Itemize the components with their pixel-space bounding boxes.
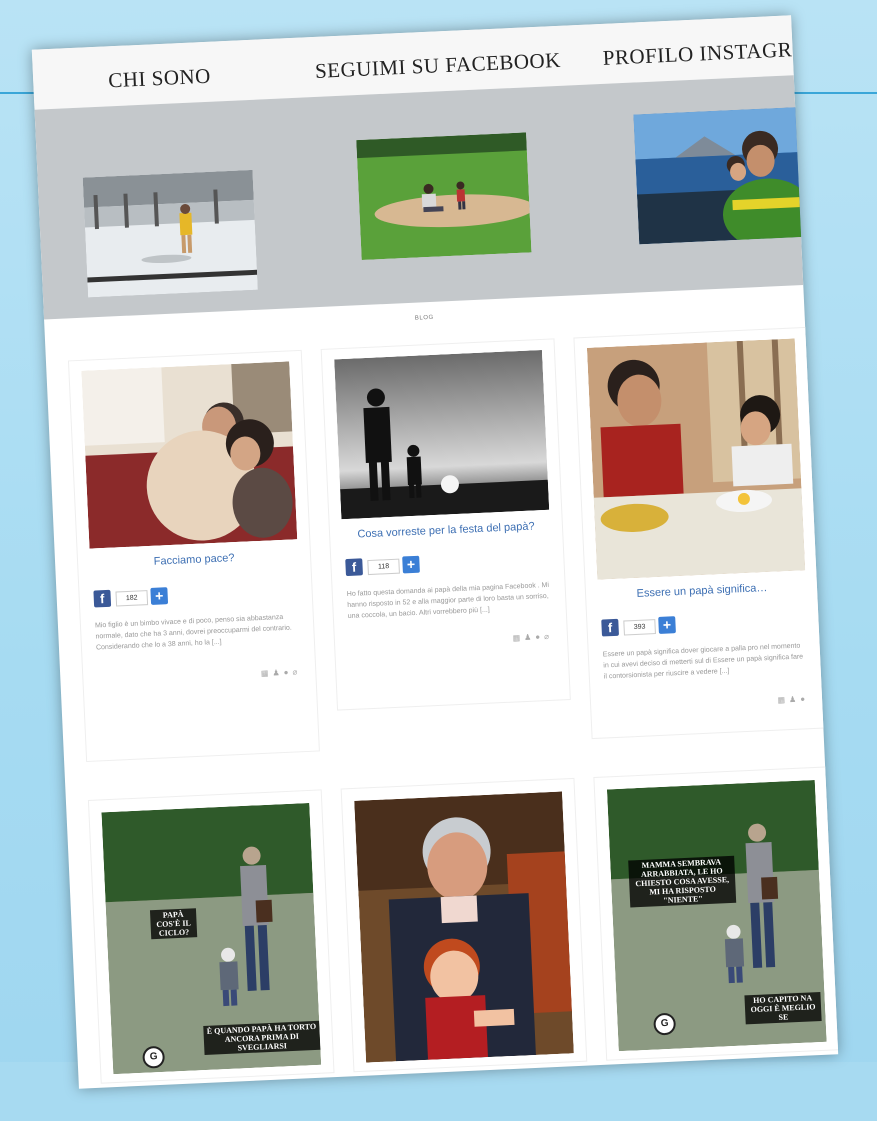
post-image[interactable]: PAPÀ COS'È IL CICLO? È QUANDO PAPÀ HA TO…: [101, 802, 322, 1075]
calendar-icon[interactable]: ▦: [777, 695, 789, 705]
link-icon[interactable]: ⌀: [544, 632, 553, 641]
post-image[interactable]: MAMMA SEMBRAVA ARRABBIATA, LE HO CHIESTO…: [606, 780, 827, 1052]
post-title[interactable]: Cosa vorreste per la festa del papà?: [330, 519, 562, 542]
post-image[interactable]: [354, 791, 574, 1063]
share-count: 118: [367, 558, 400, 576]
nav-chi-sono[interactable]: CHI SONO: [108, 64, 212, 94]
share-count: 393: [623, 619, 656, 636]
meme-caption-top: MAMMA SEMBRAVA ARRABBIATA, LE HO CHIESTO…: [628, 855, 737, 908]
facebook-icon[interactable]: f: [93, 589, 112, 608]
post-excerpt: Ho fatto questa domanda ai papà della mi…: [346, 581, 550, 621]
meme-caption-top: PAPÀ COS'È IL CICLO?: [149, 908, 198, 940]
post-meta-icons: ▦♟●⌀: [512, 632, 553, 643]
meme-caption-bottom: È QUANDO PAPÀ HA TORTO ANCORA PRIMA DI S…: [203, 1020, 321, 1055]
post-excerpt: Essere un papà significa dover giocare a…: [602, 642, 804, 681]
post-card-meme: PAPÀ COS'È IL CICLO? È QUANDO PAPÀ HA TO…: [87, 789, 335, 1084]
post-meta-icons: ▦♟●: [777, 694, 809, 704]
hero-banner: [34, 75, 810, 320]
post-image[interactable]: [334, 349, 550, 520]
post-image[interactable]: [586, 338, 806, 580]
calendar-icon[interactable]: ▦: [512, 633, 524, 643]
website-screenshot: CHI SONO SEGUIMI SU FACEBOOK PROFILO INS…: [31, 15, 839, 1089]
hero-photo-instagram[interactable]: [633, 106, 810, 245]
facebook-icon[interactable]: f: [601, 618, 619, 637]
share-row: f 182 +: [93, 587, 169, 609]
calendar-icon[interactable]: ▦: [261, 669, 273, 679]
share-count: 182: [115, 590, 149, 607]
post-card: Essere un papà significa… f 393 + Essere…: [573, 326, 826, 740]
hero-photo-chi-sono[interactable]: [82, 169, 258, 298]
post-card-meme: MAMMA SEMBRAVA ARRABBIATA, LE HO CHIESTO…: [593, 766, 839, 1061]
post-excerpt: Mio figlio è un bimbo vivace e di poco, …: [94, 613, 292, 652]
share-row: f 393 +: [601, 616, 676, 638]
plus-icon[interactable]: +: [402, 555, 420, 574]
nav-profilo-instagram[interactable]: PROFILO INSTAGR: [602, 37, 793, 71]
post-card: Facciamo pace? f 182 + Mio figlio è un b…: [67, 349, 320, 763]
post-card: [340, 777, 588, 1073]
meme-caption-bottom: HO CAPITO NA OGGI È MEGLIO SE: [744, 991, 822, 1025]
post-title[interactable]: Facciamo pace?: [78, 549, 310, 572]
comment-icon[interactable]: ●: [800, 694, 809, 703]
plus-icon[interactable]: +: [658, 616, 676, 634]
link-icon[interactable]: ⌀: [292, 667, 301, 676]
user-icon[interactable]: ♟: [789, 695, 801, 704]
facebook-icon[interactable]: f: [345, 558, 363, 577]
plus-icon[interactable]: +: [150, 587, 169, 605]
post-title[interactable]: Essere un papà significa…: [586, 580, 818, 603]
nav-seguimi-facebook[interactable]: SEGUIMI SU FACEBOOK: [315, 48, 562, 84]
post-image[interactable]: [81, 361, 298, 549]
hero-photo-facebook[interactable]: [356, 132, 532, 261]
post-card: Cosa vorreste per la festa del papà? f 1…: [320, 338, 571, 711]
user-icon[interactable]: ♟: [524, 633, 536, 642]
post-meta-icons: ▦♟●⌀: [261, 667, 302, 678]
user-icon[interactable]: ♟: [272, 668, 284, 677]
share-row: f 118 +: [345, 555, 420, 577]
